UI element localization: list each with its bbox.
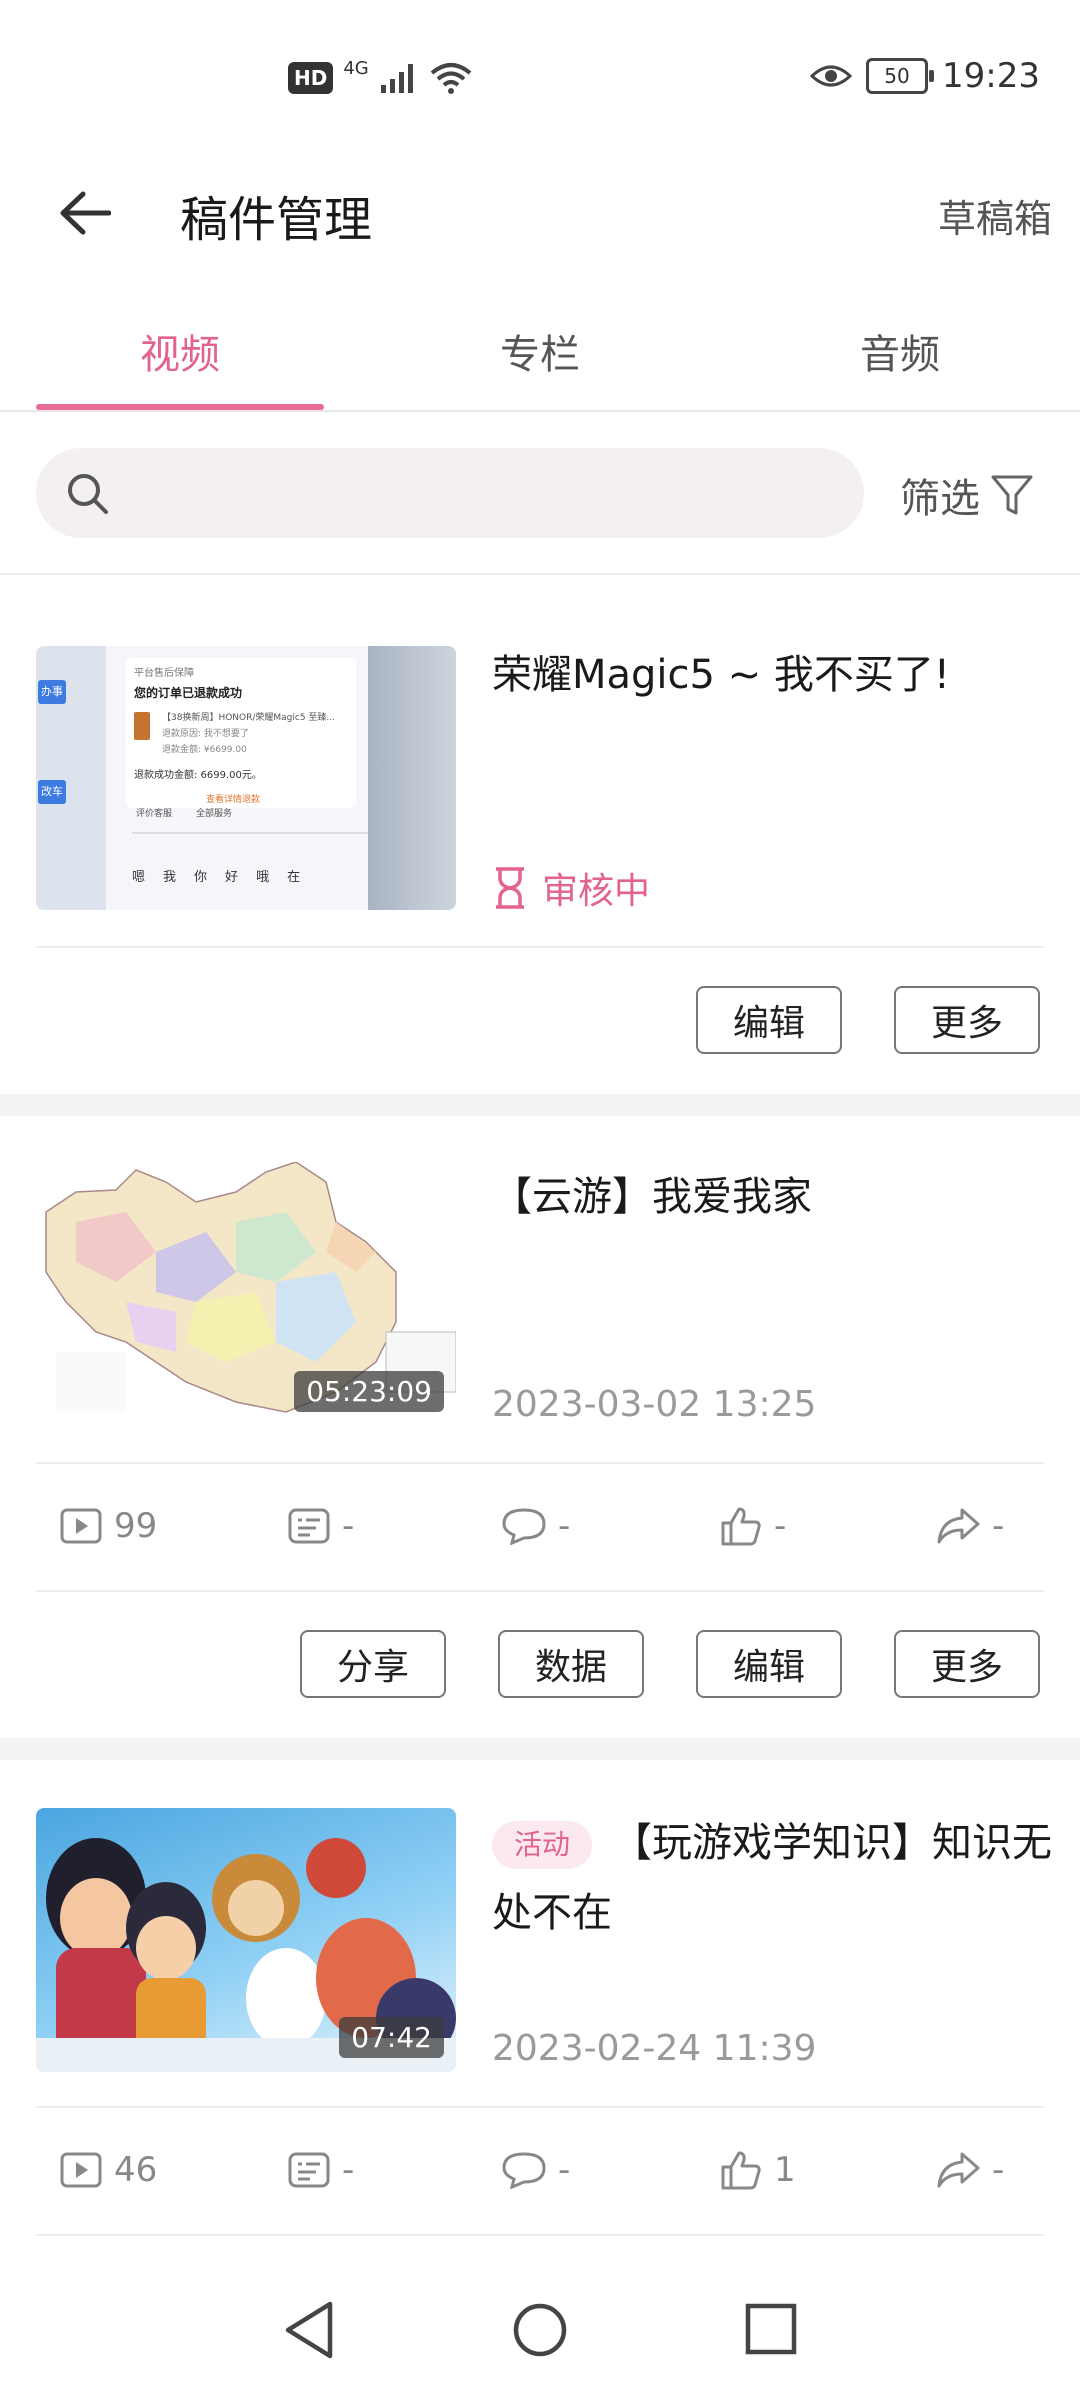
edit-button[interactable]: 编辑 (696, 1630, 842, 1698)
play-count: 46 (60, 2150, 157, 2190)
danmaku-icon (288, 1508, 330, 1544)
video-duration: 05:23:09 (294, 1371, 444, 1412)
thumb-refund-amount: 退款金额: ¥6699.00 (162, 745, 247, 755)
review-status-label: 审核中 (542, 871, 651, 912)
back-button[interactable] (50, 178, 120, 248)
play-count: 99 (60, 1506, 157, 1546)
thumb-side-label: 办事 (38, 680, 66, 704)
filter-label: 筛选 (900, 476, 980, 522)
page-title: 稿件管理 (180, 192, 373, 248)
tab-video[interactable]: 视频 (80, 322, 280, 380)
divider (36, 2106, 1044, 2108)
thumb-product: 【38换新周】HONOR/荣耀Magic5 至臻... (162, 713, 336, 723)
status-left: HD 4G (288, 58, 473, 97)
nav-back-icon[interactable] (282, 2300, 336, 2360)
hd-badge: HD (288, 61, 334, 94)
publish-date: 2023-03-02 13:25 (492, 1384, 817, 1425)
share-icon (937, 1508, 980, 1544)
divider (36, 2234, 1044, 2236)
filter-button[interactable]: 筛选 (900, 466, 1034, 524)
tab-column[interactable]: 专栏 (440, 322, 640, 380)
share-count: - (936, 2150, 1004, 2190)
thumb-refund-title: 您的订单已退款成功 (134, 686, 243, 700)
signal-icon (380, 63, 413, 93)
hourglass-icon (496, 867, 524, 909)
filter-icon (991, 475, 1033, 515)
status-right: 50 19:23 (810, 56, 1040, 96)
video-title[interactable]: 【云游】我爱我家 (492, 1162, 1052, 1232)
search-icon (68, 474, 108, 514)
drafts-button[interactable]: 草稿箱 (938, 188, 1052, 243)
share-button[interactable]: 分享 (300, 1630, 446, 1698)
play-icon (60, 2152, 102, 2188)
divider (36, 1590, 1044, 1592)
video-thumbnail[interactable]: 办事 改车 平台售后保障 您的订单已退款成功 【38换新周】HONOR/荣耀Ma… (36, 646, 456, 910)
status-bar: HD 4G 50 19:23 (0, 0, 1080, 150)
section-separator (0, 1094, 1080, 1116)
review-status: 审核中 (492, 862, 650, 914)
comment-icon (502, 1508, 546, 1545)
more-button[interactable]: 更多 (894, 986, 1040, 1054)
thumb-refund-success: 退款成功金额: 6699.00元。 (134, 770, 262, 781)
top-bar: 稿件管理 草稿箱 (0, 150, 1080, 270)
active-tab-indicator (36, 404, 324, 410)
more-button[interactable]: 更多 (894, 1630, 1040, 1698)
video-thumbnail[interactable]: 07:42 (36, 1808, 456, 2072)
video-title[interactable]: 荣耀Magic5 ~ 我不买了! (492, 640, 1052, 710)
tab-audio[interactable]: 音频 (800, 322, 1000, 380)
status-time: 19:23 (942, 56, 1040, 96)
comment-icon (502, 2152, 546, 2189)
wifi-icon (430, 62, 472, 94)
video-title[interactable]: 活动 【玩游戏学知识】知识无处不在 (492, 1808, 1052, 1948)
thumb-refund-reason: 退款原因: 我不想要了 (162, 729, 249, 739)
network-type: 4G (343, 58, 369, 79)
data-button[interactable]: 数据 (498, 1630, 644, 1698)
activity-tag: 活动 (492, 1821, 593, 1869)
thumb-header: 平台售后保障 (134, 668, 194, 679)
system-nav-bar (0, 2260, 1080, 2400)
section-separator (0, 1738, 1080, 1760)
thumb-keyboard-row: 嗯我你好哦在 (132, 870, 301, 885)
danmaku-icon (288, 2152, 330, 2188)
video-thumbnail[interactable]: 05:23:09 (36, 1162, 456, 1426)
like-count: - (720, 1506, 786, 1546)
thumbs-up-icon (721, 1507, 761, 1546)
comment-count: - (502, 2150, 570, 2190)
video-duration: 07:42 (339, 2017, 444, 2058)
share-icon (937, 2152, 980, 2188)
nav-recents-icon[interactable] (744, 2302, 798, 2356)
thumb-view-details: 查看详情退款 (206, 795, 261, 805)
back-arrow-icon (60, 191, 111, 235)
divider (36, 1462, 1044, 1464)
edit-button[interactable]: 编辑 (696, 986, 842, 1054)
battery-indicator: 50 (866, 58, 935, 94)
nav-home-icon[interactable] (510, 2300, 570, 2360)
publish-date: 2023-02-24 11:39 (492, 2028, 817, 2069)
divider (36, 946, 1044, 948)
play-icon (60, 1508, 102, 1544)
search-input[interactable] (36, 448, 864, 538)
thumb-btn: 全部服务 (196, 809, 233, 819)
comment-count: - (502, 1506, 570, 1546)
share-count: - (936, 1506, 1004, 1546)
like-count: 1 (720, 2150, 796, 2190)
danmaku-count: - (288, 2150, 354, 2190)
thumb-side-label: 改车 (38, 780, 66, 804)
divider (0, 573, 1080, 575)
content-tabs: 视频 专栏 音频 (0, 300, 1080, 412)
danmaku-count: - (288, 1506, 354, 1546)
thumb-btn: 评价客服 (136, 809, 173, 819)
thumbs-up-icon (721, 2151, 761, 2190)
eye-icon (810, 65, 853, 87)
